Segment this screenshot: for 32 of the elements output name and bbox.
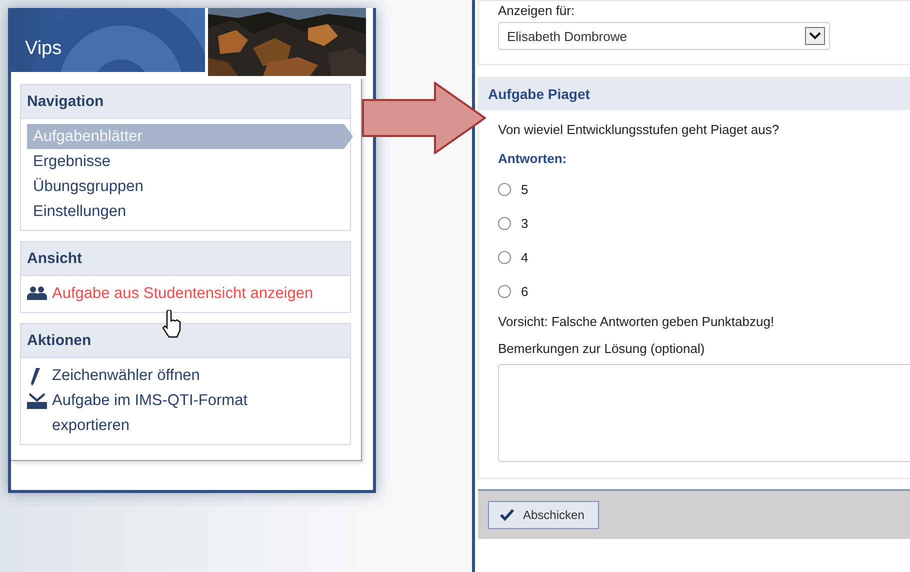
panel-heading: Navigation	[21, 85, 350, 119]
student-select[interactable]: Elisabeth Dombrowe	[498, 22, 830, 50]
app-title: Vips	[25, 38, 62, 60]
radio-button[interactable]	[498, 216, 511, 230]
chevron-down-icon	[805, 27, 825, 45]
submit-button[interactable]: Abschicken	[488, 501, 599, 529]
nav-item[interactable]: Einstellungen	[27, 199, 353, 224]
panel-heading: Aktionen	[21, 324, 350, 358]
nav-item[interactable]: Übungsgruppen	[27, 174, 353, 199]
field-label: Bemerkungen zur Lösung (optional)	[498, 341, 706, 356]
task-title: Aufgabe Piaget	[479, 78, 910, 110]
nav-item[interactable]: Ergebnisse	[27, 149, 353, 174]
radio-button[interactable]	[498, 250, 511, 264]
panel-heading: Ansicht	[21, 242, 350, 276]
users-icon	[27, 286, 47, 300]
field-label: Anzeigen für:	[498, 3, 576, 18]
action-link[interactable]: Aufgabe aus Studentensicht anzeigen	[52, 281, 314, 306]
warning-text: Vorsicht: Falsche Antworten geben Punktabzug!	[498, 314, 776, 329]
radio-button[interactable]	[498, 284, 511, 298]
check-icon	[499, 508, 515, 522]
option-label: 5	[521, 182, 528, 196]
remarks-field[interactable]	[498, 364, 910, 462]
action-link[interactable]: Aufgabe im IMS-QTI-Format exportieren	[52, 388, 322, 438]
option-label: 3	[521, 216, 528, 230]
radio-button[interactable]	[498, 182, 511, 196]
option-label: 4	[521, 250, 528, 264]
action-link[interactable]: Zeichenwähler öffnen	[52, 363, 200, 388]
export-icon	[27, 393, 47, 409]
question-text: Von wieviel Entwicklungsstufen geht Piaget aus?	[498, 122, 780, 137]
answers-label: Antworten:	[498, 151, 568, 166]
option-label: 6	[521, 284, 528, 298]
hand-cursor-icon	[161, 310, 183, 338]
